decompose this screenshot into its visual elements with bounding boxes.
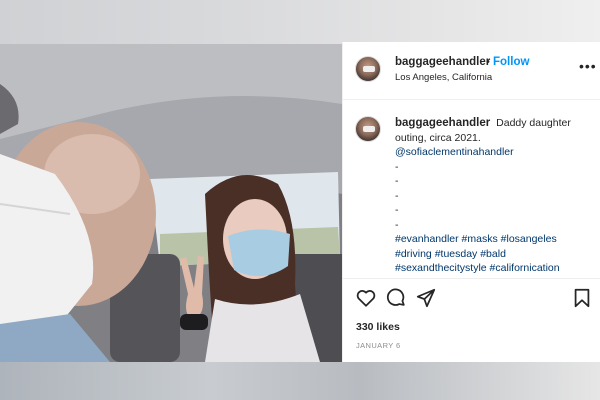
blurred-background-top — [0, 0, 600, 44]
caption-section: baggageehandler Daddy daughter outing, c… — [343, 100, 600, 278]
caption-dash: - — [395, 175, 399, 187]
caption-dash: - — [395, 204, 399, 216]
share-icon[interactable] — [415, 287, 437, 309]
caption-username-link[interactable]: baggageehandler — [395, 117, 490, 129]
avatar[interactable] — [355, 56, 381, 82]
separator-dot: • — [486, 56, 490, 68]
hashtags-line[interactable]: #sexandthecitystyle #californication — [395, 261, 595, 276]
bookmark-icon[interactable] — [571, 287, 593, 309]
hashtags-line[interactable]: #evanhandler #masks #losangeles — [395, 232, 595, 247]
caption-dash: - — [395, 218, 399, 231]
heart-icon[interactable] — [355, 287, 377, 309]
likes-count[interactable]: 330 likes — [356, 321, 400, 333]
caption-dash: - — [395, 160, 399, 173]
more-icon[interactable]: ••• — [579, 58, 597, 74]
hashtags-line[interactable]: #driving #tuesday #bald — [395, 247, 595, 262]
location-link[interactable]: Los Angeles, California — [395, 72, 492, 83]
blurred-background-bottom — [0, 362, 600, 400]
mention-link[interactable]: @sofiaclementinahandler — [395, 145, 595, 160]
action-bar: 330 likes JANUARY 6 — [343, 278, 600, 362]
post-header: baggageehandler • Follow Los Angeles, Ca… — [343, 42, 600, 100]
post-date: JANUARY 6 — [356, 341, 401, 350]
post-panel: baggageehandler • Follow Los Angeles, Ca… — [342, 42, 600, 362]
follow-button[interactable]: Follow — [493, 56, 529, 68]
comment-icon[interactable] — [385, 287, 407, 309]
username-link[interactable]: baggageehandler — [395, 56, 490, 68]
post-photo — [0, 44, 342, 362]
caption-text: baggageehandler Daddy daughter outing, c… — [395, 116, 595, 276]
caption-avatar[interactable] — [355, 116, 381, 142]
caption-dash: - — [395, 189, 399, 202]
